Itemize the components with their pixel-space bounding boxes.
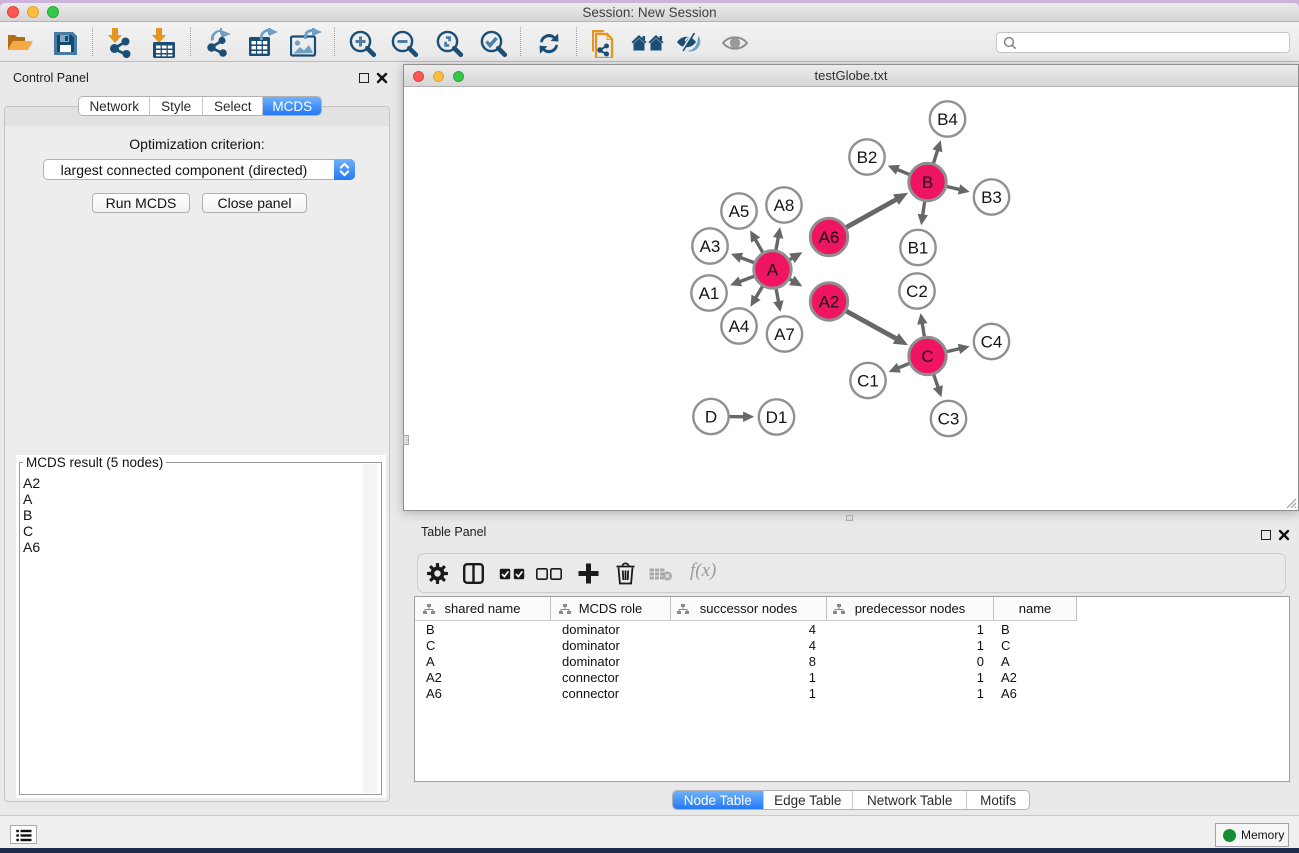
- svg-text:C3: C3: [938, 410, 960, 429]
- svg-text:C: C: [921, 347, 933, 366]
- svg-text:B4: B4: [937, 110, 958, 129]
- svg-text:A1: A1: [699, 284, 720, 303]
- svg-text:A4: A4: [729, 317, 750, 336]
- svg-text:B: B: [922, 173, 933, 192]
- svg-text:A8: A8: [774, 196, 795, 215]
- svg-text:A3: A3: [700, 237, 721, 256]
- svg-text:A7: A7: [774, 325, 795, 344]
- svg-text:C2: C2: [906, 282, 928, 301]
- svg-text:C1: C1: [857, 372, 879, 391]
- svg-text:B3: B3: [981, 188, 1002, 207]
- svg-text:D: D: [705, 408, 717, 427]
- svg-text:A5: A5: [729, 202, 750, 221]
- svg-text:A6: A6: [819, 228, 840, 247]
- svg-text:A: A: [767, 261, 779, 280]
- svg-text:A2: A2: [819, 293, 840, 312]
- svg-text:B2: B2: [857, 148, 878, 167]
- svg-text:B1: B1: [908, 239, 929, 258]
- svg-text:D1: D1: [766, 408, 788, 427]
- svg-text:C4: C4: [981, 333, 1003, 352]
